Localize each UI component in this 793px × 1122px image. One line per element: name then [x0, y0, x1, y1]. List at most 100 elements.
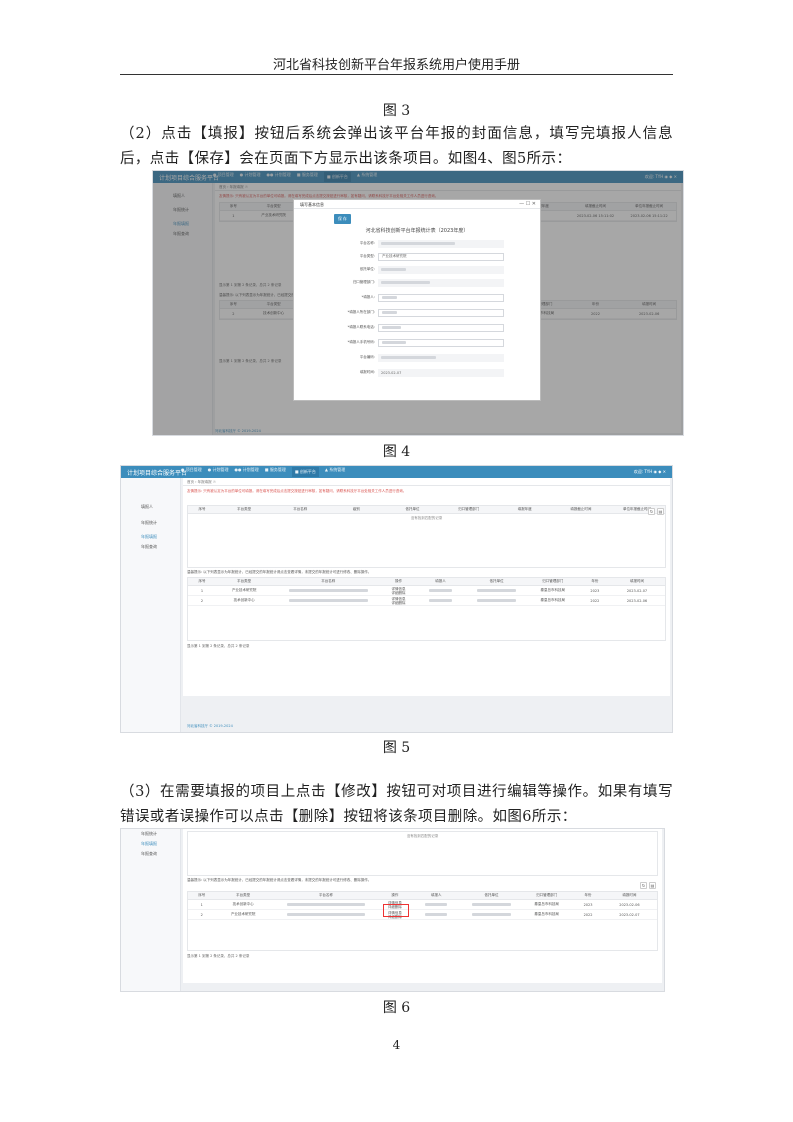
col-header: 填报时间	[622, 893, 637, 897]
top-table: 序号 平台类型 平台名称 级别 依托单位 归口管理部门 填报年度 填报截止时间 …	[187, 505, 666, 568]
col-header: 填报截止时间	[570, 507, 592, 511]
support-unit-input	[378, 265, 504, 274]
sidebar: 年报统计 年报填报 年报查询	[121, 829, 181, 991]
table-row[interactable]: 2 产业技术研究院 详情信息 详细删除 秦皇岛市科技局 2022 2023-02…	[188, 910, 657, 920]
field-label: 平台名称:	[359, 241, 375, 245]
row-actions[interactable]: 详情信息 详细删除	[384, 587, 412, 595]
cell: 2	[200, 598, 204, 603]
close-icon[interactable]: — ☐ ✕	[519, 200, 536, 209]
user-area[interactable]: 欢迎: TYH ◉ ◆ ✕	[634, 469, 672, 475]
filler-dept-input[interactable]	[378, 308, 504, 317]
row-actions[interactable]: 详情信息 详细删除	[384, 597, 412, 605]
tip-text: 温馨提示: 以下列表显示为年报统计，已经提交的年报统计请点击查看详情，未提交的年…	[187, 878, 372, 882]
col-header: 归口管理部门	[458, 507, 480, 511]
filler-phone-input[interactable]	[378, 323, 504, 332]
table-row[interactable]: 2 技术创新中心 详情信息 详细删除 秦皇岛市科技局 2022 2023-02-…	[188, 596, 665, 606]
report-title: 河北省科技创新平台年报统计表（2023年度）	[365, 228, 469, 234]
columns-icon[interactable]: ▤	[649, 882, 656, 889]
field-filler: *填报人:	[344, 293, 504, 302]
bottom-table: 序号 平台类型 平台名称 操作 填报人 依托单位 归口管理部门 年份 填报时间 …	[187, 577, 666, 641]
nav-item[interactable]: ● 项目管理	[181, 467, 202, 477]
warning-text: 友情提示: 只有被认定为平台的单位可填报。请在填写完成后点击提交按钮进行审核，如…	[187, 489, 407, 493]
cell: 秦皇岛市科技局	[534, 912, 559, 916]
cell: 2023-02-06	[626, 598, 648, 603]
filler-mobile-input[interactable]	[378, 338, 504, 347]
field-dept: 归口管理部门:	[344, 278, 504, 287]
dept-input	[378, 278, 504, 287]
screenshot-fig4: 计划项目综合服务平台 ● 项目管理 ● 计划管理 ●● 计划管理 ■ 服务管理 …	[152, 170, 684, 436]
field-filler-phone: *填报人联系电话:	[344, 323, 504, 332]
col-header: 年份	[591, 579, 599, 583]
field-label: 平台编码:	[359, 355, 375, 359]
empty-state: 没有找到匹配的记录	[410, 516, 443, 520]
field-label: 依托单位:	[359, 267, 375, 271]
nav-item[interactable]: ● 计划管理	[208, 467, 229, 477]
modal-header: 填写基本信息 — ☐ ✕	[294, 200, 540, 209]
cell: 秦皇岛市科技局	[534, 902, 559, 906]
field-platform-type: 平台类型: 产业技术研究院	[344, 252, 504, 261]
refresh-icon[interactable]: ↻	[640, 882, 647, 889]
col-header: 依托单位	[405, 507, 420, 511]
page-number: 4	[392, 1038, 401, 1052]
page-header: 河北省科技创新平台年报系统用户使用手册	[272, 58, 520, 73]
col-header: 级别	[352, 507, 360, 511]
col-header: 归口管理部门	[542, 579, 564, 583]
app-nav: ● 项目管理 ● 计划管理 ●● 计划管理 ■ 服务管理 ■ 创新平台 ▲ 系统…	[181, 467, 345, 477]
sidebar-item-stats[interactable]: 年报统计	[141, 520, 157, 526]
table-row[interactable]: 1 产业技术研究院 详情信息 详细删除 秦皇岛市科技局 2023 2023-02…	[188, 586, 665, 596]
nav-item[interactable]: ■ 服务管理	[265, 467, 286, 477]
field-filler-dept: *填报人所在部门:	[344, 308, 504, 317]
cell: 秦皇岛市科技局	[540, 588, 566, 592]
cell: 2022	[583, 912, 593, 917]
field-label: *填报人所在部门:	[347, 310, 375, 314]
sidebar-item-fill[interactable]: 年报填报	[141, 841, 157, 847]
app-brand: 计划项目综合服务平台	[127, 469, 188, 477]
cell: 秦皇岛市科技局	[540, 598, 566, 602]
col-header: 序号	[198, 893, 206, 897]
cell: 技术创新中心	[232, 902, 254, 906]
cell: 2023	[590, 588, 600, 593]
sidebar-item-query[interactable]: 年报查询	[141, 544, 157, 550]
empty-state: 没有找到匹配的记录	[406, 834, 439, 838]
basic-info-modal: 填写基本信息 — ☐ ✕ 保 存 河北省科技创新平台年报统计表（2023年度） …	[293, 199, 541, 401]
screenshot-fig6: 年报统计 年报填报 年报查询 没有找到匹配的记录 温馨提示: 以下列表显示为年报…	[120, 828, 665, 992]
cell: 2023	[583, 902, 593, 907]
table-row[interactable]: 1 技术创新中心 详情信息 详细删除 秦皇岛市科技局 2023 2023-02-…	[188, 900, 657, 910]
platform-name-input	[378, 239, 504, 248]
fill-time-input[interactable]: 2023-02-07	[378, 368, 504, 377]
filler-input[interactable]	[378, 293, 504, 302]
table-header: 序号 平台类型 平台名称 级别 依托单位 归口管理部门 填报年度 填报截止时间 …	[188, 506, 665, 514]
table-footer: 显示第 1 到第 2 条记录，总共 2 条记录	[187, 954, 250, 958]
col-header: 平台类型	[237, 507, 252, 511]
col-header: 平台名称	[293, 507, 308, 511]
cell: 2023-02-06	[619, 902, 640, 907]
sidebar-item-fill[interactable]: 年报填报	[141, 534, 157, 540]
sidebar-item-user[interactable]: 填报人	[141, 504, 153, 510]
col-header: 操作	[394, 579, 402, 583]
sidebar-item-stats[interactable]: 年报统计	[141, 831, 157, 837]
field-filler-mobile: *填报人手机号码:	[344, 338, 504, 347]
field-fill-time: 填报时间: 2023-02-07	[344, 368, 504, 377]
sidebar: 填报人 年报统计 年报填报 年报查询	[121, 478, 181, 732]
nav-item[interactable]: ▲ 系统管理	[325, 467, 345, 477]
nav-item[interactable]: ●● 计划管理	[235, 467, 259, 477]
save-button[interactable]: 保 存	[334, 214, 351, 224]
figure-caption-6: 图 6	[382, 1000, 411, 1016]
figure-caption-5: 图 5	[382, 740, 411, 756]
copyright[interactable]: 河北省科技厅 © 2019-2024	[187, 724, 233, 729]
platform-code-input	[378, 353, 504, 362]
field-label: 归口管理部门:	[352, 280, 375, 284]
platform-type-select[interactable]: 产业技术研究院	[378, 252, 504, 261]
sidebar-item-query[interactable]: 年报查询	[141, 851, 157, 857]
top-table: 没有找到匹配的记录	[187, 831, 658, 876]
columns-icon[interactable]: ▤	[657, 508, 664, 515]
table-footer: 显示第 1 到第 2 条记录，总共 2 条记录	[187, 644, 250, 648]
tip-text: 温馨提示: 以下列表显示为年报统计，已经提交的年报统计请点击查看详情，未提交的年…	[187, 570, 372, 574]
app-topbar: 计划项目综合服务平台 ● 项目管理 ● 计划管理 ●● 计划管理 ■ 服务管理 …	[121, 466, 672, 478]
figure-caption-4: 图 4	[382, 444, 411, 460]
header-divider	[120, 74, 673, 75]
refresh-icon[interactable]: ↻	[648, 508, 655, 515]
nav-item-active[interactable]: ■ 创新平台	[291, 467, 319, 477]
tab-bar[interactable]: 首页 › 年报填报 ☉	[183, 478, 670, 486]
col-header: 填报时间	[629, 579, 644, 583]
